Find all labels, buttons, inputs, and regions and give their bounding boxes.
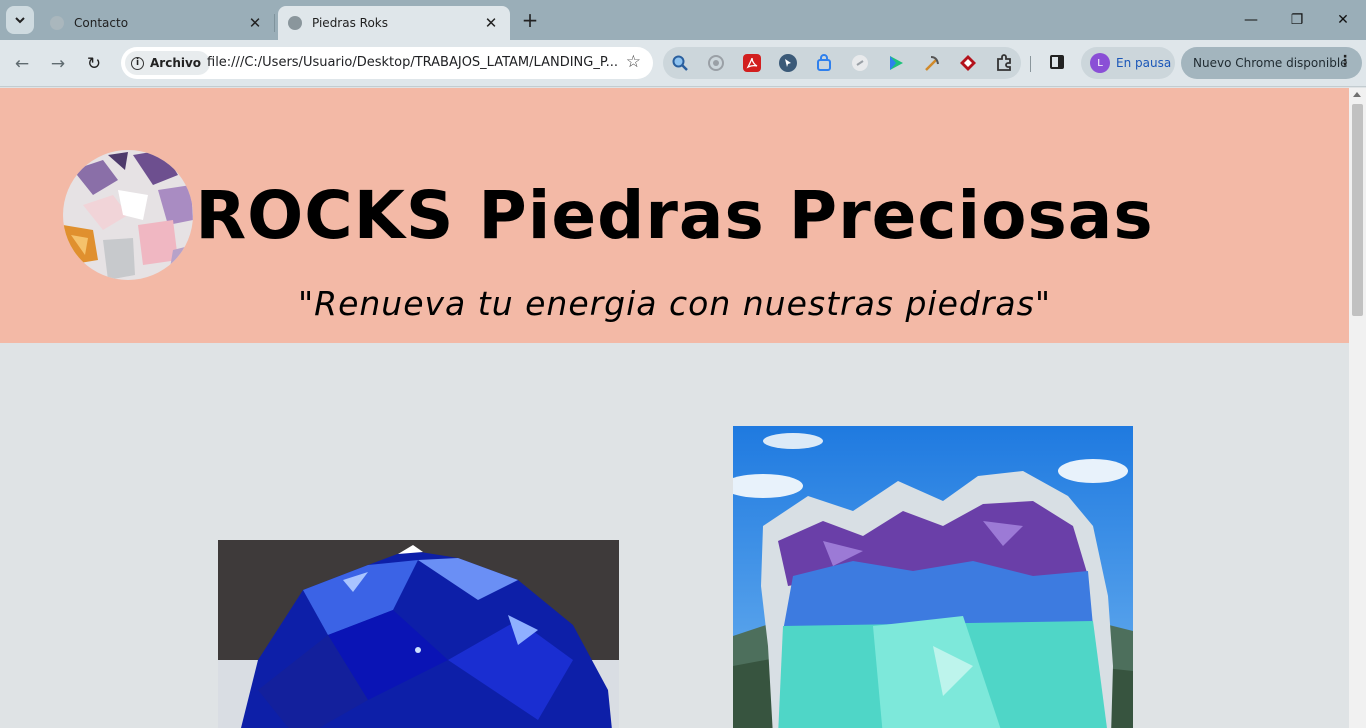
url-text[interactable]: file:///C:/Users/Usuario/Desktop/TRABAJO… (207, 55, 617, 70)
reload-button[interactable]: ↻ (80, 50, 108, 78)
page-title: ROCKS Piedras Preciosas (0, 178, 1349, 254)
scroll-up-arrow-icon[interactable] (1353, 92, 1361, 97)
back-button[interactable]: ← (8, 50, 36, 78)
cursor-extension-icon[interactable] (779, 54, 797, 72)
magnifier-extension-icon[interactable] (671, 54, 689, 72)
blue-obsidian-image (218, 540, 619, 728)
globe-icon (288, 16, 302, 30)
diamond-extension-icon[interactable] (959, 54, 977, 72)
profile-status: En pausa (1116, 56, 1172, 70)
restore-button[interactable]: ❐ (1274, 0, 1320, 40)
target-extension-icon[interactable] (707, 54, 725, 72)
new-tab-button[interactable]: + (518, 8, 542, 32)
page-viewport: ROCKS Piedras Preciosas "Renueva tu ener… (0, 88, 1349, 728)
browser-toolbar: ← → ↻ i Archivo file:///C:/Users/Usuario… (0, 40, 1366, 87)
site-header: ROCKS Piedras Preciosas "Renueva tu ener… (0, 88, 1349, 343)
bookmark-star-icon[interactable]: ☆ (626, 52, 641, 72)
close-window-button[interactable]: ✕ (1320, 0, 1366, 40)
pdf-extension-icon[interactable] (743, 54, 761, 72)
tagline: "Renueva tu energia con nuestras piedras… (297, 284, 1052, 323)
tab-search-button[interactable] (6, 6, 34, 34)
address-bar[interactable]: i Archivo file:///C:/Users/Usuario/Deskt… (121, 47, 653, 79)
pickaxe-extension-icon[interactable] (923, 54, 941, 72)
tab-piedras-roks[interactable]: Piedras Roks ✕ (278, 6, 510, 40)
tab-title: Contacto (74, 16, 129, 30)
extensions-bar (663, 47, 1021, 79)
tab-divider (274, 14, 275, 32)
toolbar-separator (1030, 56, 1031, 72)
fluorite-image (733, 426, 1133, 728)
close-icon[interactable]: ✕ (246, 14, 264, 32)
update-chrome-button[interactable]: Nuevo Chrome disponible ⋮ (1181, 47, 1362, 79)
vertical-scrollbar[interactable] (1349, 88, 1366, 728)
side-panel-icon[interactable] (1050, 55, 1064, 69)
kebab-menu-icon[interactable]: ⋮ (1338, 53, 1352, 69)
close-icon[interactable]: ✕ (482, 14, 500, 32)
forward-button[interactable]: → (44, 50, 72, 78)
info-icon: i (131, 56, 144, 70)
security-chip-label: Archivo (150, 56, 202, 70)
tab-contacto[interactable]: Contacto ✕ (40, 6, 274, 40)
title-text: Piedras Preciosas (454, 177, 1154, 254)
tab-strip: Contacto ✕ Piedras Roks ✕ + — ❐ ✕ (0, 0, 1366, 40)
minimize-button[interactable]: — (1228, 0, 1274, 40)
bag-extension-icon[interactable] (815, 54, 833, 72)
site-info-chip[interactable]: i Archivo (125, 51, 211, 75)
tab-title: Piedras Roks (312, 16, 389, 30)
chevron-down-icon (14, 11, 26, 30)
avatar: L (1090, 53, 1110, 73)
globe-icon (50, 16, 64, 30)
puzzle-extension-icon[interactable] (995, 54, 1013, 72)
profile-button[interactable]: L En pausa (1081, 47, 1175, 79)
play-extension-icon[interactable] (887, 54, 905, 72)
link-extension-icon[interactable] (851, 54, 869, 72)
scroll-thumb[interactable] (1352, 104, 1363, 316)
update-label: Nuevo Chrome disponible (1193, 56, 1348, 70)
brand-name: ROCKS (195, 177, 455, 254)
